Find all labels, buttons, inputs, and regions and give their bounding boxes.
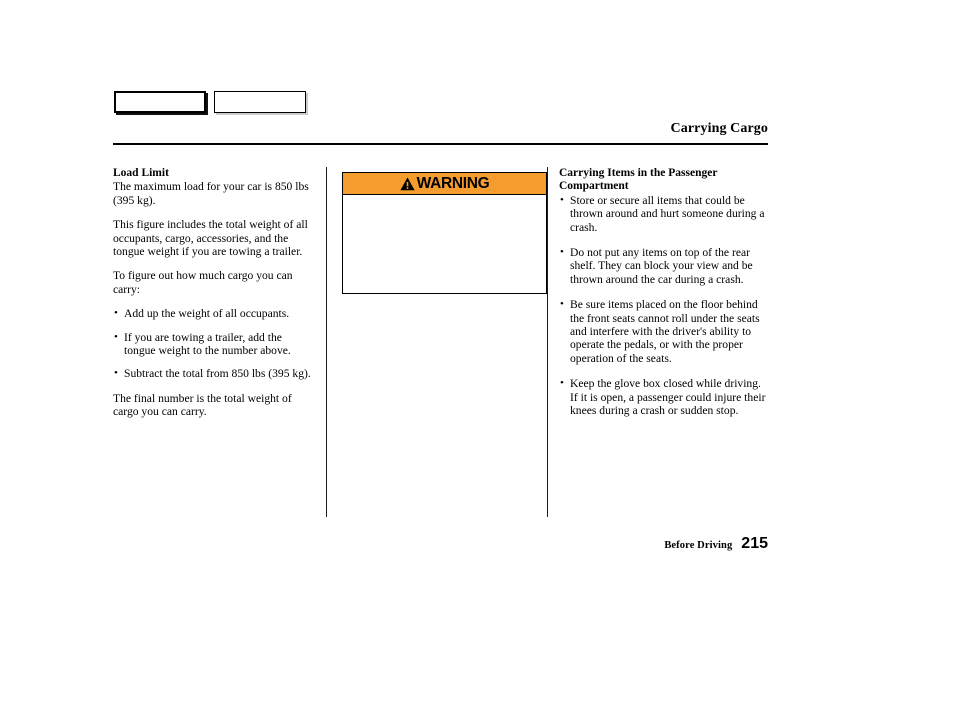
warning-body [343,195,546,293]
chapter-tab-boxes [114,91,306,113]
footer-section-label: Before Driving [664,540,733,551]
list-item: Subtract the total from 850 lbs (395 kg)… [113,367,315,381]
chapter-tab-box-filled [114,91,206,113]
list-item: If you are towing a trailer, add the ton… [113,331,315,358]
load-limit-intro: The maximum load for your car is 850 lbs… [113,180,309,207]
warning-header: WARNING [343,173,546,195]
column-divider-right [547,167,549,517]
page-footer: Before Driving 215 [664,535,768,553]
passenger-compartment-list: Store or secure all items that could be … [559,194,768,418]
page-number: 215 [741,535,768,552]
header-rule [113,143,768,145]
warning-box: WARNING [342,172,547,294]
manual-page: Carrying Cargo Load Limit The maximum lo… [0,0,954,710]
page-title: Carrying Cargo [670,121,768,136]
warning-triangle-icon [400,177,415,190]
load-limit-paragraph-2: This figure includes the total weight of… [113,218,308,259]
warning-label: WARNING [416,174,490,192]
load-limit-paragraph-3: To figure out how much cargo you can car… [113,269,293,296]
column-divider-left [326,167,328,517]
column-left: Load Limit The maximum load for your car… [113,167,315,419]
load-limit-heading: Load Limit [113,167,169,179]
list-item: Store or secure all items that could be … [559,194,768,234]
column-right: Carrying Items in the Passenger Compartm… [559,167,768,430]
content-columns: Load Limit The maximum load for your car… [113,167,768,517]
list-item: Keep the glove box closed while driving.… [559,377,768,417]
load-limit-closing: The final number is the total weight of … [113,391,292,419]
passenger-compartment-heading: Carrying Items in the Passenger Compartm… [559,167,718,193]
load-limit-steps: Add up the weight of all occupants. If y… [113,307,315,381]
list-item: Do not put any items on top of the rear … [559,246,768,286]
list-item: Add up the weight of all occupants. [113,307,315,321]
chapter-tab-box-outline [214,91,306,113]
list-item: Be sure items placed on the floor behind… [559,298,768,365]
